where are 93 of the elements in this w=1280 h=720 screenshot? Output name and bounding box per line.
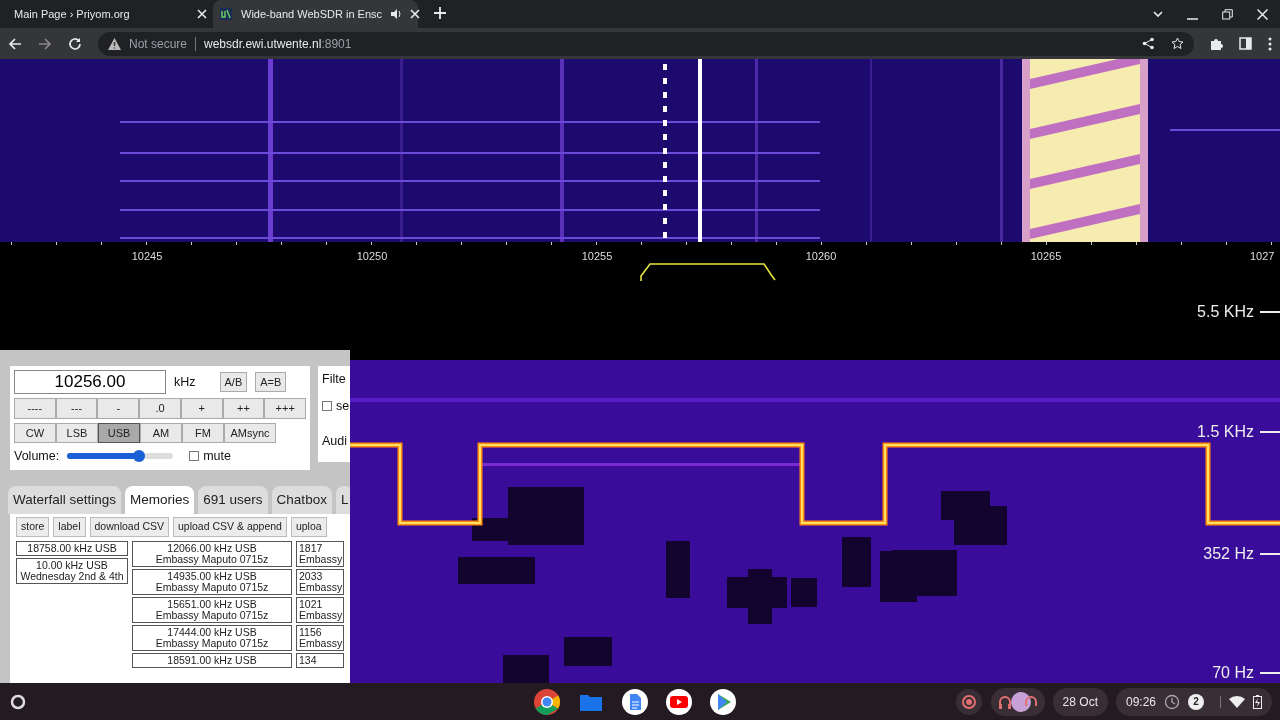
mode-button[interactable]: AMsync: [224, 422, 276, 443]
play-store-icon[interactable]: [709, 687, 737, 716]
puzzle-icon[interactable]: [1210, 37, 1223, 50]
axis-label: 5.5 KHz: [1197, 302, 1254, 322]
star-icon[interactable]: [1171, 37, 1184, 50]
close-icon[interactable]: [197, 9, 207, 19]
axis-label: 352 Hz: [1203, 544, 1254, 564]
back-icon[interactable]: [8, 36, 22, 51]
restore-icon[interactable]: [1222, 9, 1233, 20]
scale-label: 10250: [356, 249, 388, 264]
panel-tab[interactable]: 691 users: [198, 485, 268, 514]
close-icon[interactable]: [1257, 9, 1268, 20]
video-play-icon[interactable]: [665, 687, 693, 716]
tick-mark: [1260, 553, 1280, 555]
wifi-icon: [1229, 694, 1245, 709]
mode-button[interactable]: USB: [98, 422, 140, 443]
record-icon[interactable]: [954, 687, 983, 716]
memory-button[interactable]: upload CSV & append: [173, 517, 287, 537]
passband-drawing[interactable]: [640, 262, 776, 282]
vfo-button[interactable]: A/B: [219, 371, 248, 393]
volume-slider[interactable]: [67, 453, 174, 460]
checkbox-label: se: [336, 397, 350, 415]
step-button[interactable]: .0: [139, 398, 181, 419]
new-tab-icon[interactable]: [434, 6, 446, 19]
memory-entry[interactable]: 18591.00 kHz USB: [132, 652, 292, 668]
memory-entry[interactable]: 134: [296, 652, 344, 668]
step-button[interactable]: ++: [222, 398, 265, 419]
warning-icon: [108, 37, 121, 50]
audio-heading: Audi: [322, 432, 349, 450]
chrome-icon[interactable]: [533, 687, 561, 716]
mode-button[interactable]: CW: [14, 422, 56, 443]
step-button[interactable]: ---: [55, 398, 98, 419]
mode-button[interactable]: LSB: [56, 422, 98, 443]
document-icon[interactable]: [621, 687, 649, 716]
memory-entry[interactable]: 17444.00 kHz USB Embassy Maputo 0715z: [132, 624, 292, 651]
side-panel-icon[interactable]: [1239, 37, 1252, 50]
memory-entry[interactable]: 1156 Embassy: [296, 624, 344, 651]
memory-button[interactable]: uploa: [290, 517, 327, 537]
tick-mark: [1260, 311, 1280, 313]
vfo-button[interactable]: A=B: [255, 371, 287, 393]
step-button[interactable]: +++: [264, 398, 307, 419]
volume-label: Volume:: [14, 448, 60, 465]
share-icon[interactable]: [1142, 37, 1155, 50]
axis-label: 1.5 KHz: [1197, 422, 1254, 442]
memory-entry[interactable]: 15651.00 kHz USB Embassy Maputo 0715z: [132, 596, 292, 623]
memory-button[interactable]: download CSV: [89, 517, 169, 537]
filter-heading: Filte: [322, 371, 347, 388]
notification-badge: 2: [1188, 693, 1204, 710]
close-icon[interactable]: [410, 9, 421, 19]
browser-tab[interactable]: Wide-band WebSDR in Ensc: [213, 0, 418, 28]
memory-entry[interactable]: 1817 Embassy: [296, 540, 344, 567]
step-button[interactable]: -: [97, 398, 140, 419]
scale-label: 10260: [805, 249, 837, 264]
unit-label: kHz: [174, 373, 196, 391]
clock-icon: [1164, 693, 1180, 710]
site-icon: [219, 7, 233, 21]
step-button[interactable]: +: [180, 398, 223, 419]
axis-label: 70 Hz: [1212, 663, 1254, 683]
panel-tab[interactable]: Waterfall settings: [8, 485, 122, 514]
checkbox[interactable]: [322, 401, 332, 412]
memory-entry[interactable]: 2033 Embassy: [296, 568, 344, 595]
step-button[interactable]: ----: [14, 398, 56, 419]
memory-entry[interactable]: 1021 Embassy: [296, 596, 344, 623]
battery-icon: [1253, 694, 1262, 709]
frequency-field[interactable]: 10256.00: [14, 370, 166, 394]
address-field[interactable]: Not secure websdr.ewi.utwente.nl:8901: [98, 31, 1194, 56]
browser-tab[interactable]: Main Page › Priyom.org: [8, 0, 213, 28]
mode-button[interactable]: AM: [140, 422, 182, 443]
memory-button[interactable]: store: [16, 517, 50, 537]
memory-entry[interactable]: 10.00 kHz USB Wednesday 2nd & 4th: [16, 557, 128, 584]
scale-label: 10265: [1030, 249, 1062, 264]
mode-button[interactable]: FM: [182, 422, 224, 443]
chevron-down-icon[interactable]: [1153, 11, 1163, 18]
tick-mark: [1260, 431, 1280, 433]
headphones-icon[interactable]: [990, 687, 1045, 716]
reload-icon[interactable]: [68, 36, 82, 51]
scale-label: 1027: [1250, 249, 1275, 264]
panel-tab[interactable]: L: [335, 485, 350, 514]
scale-label: 10245: [131, 249, 163, 264]
date-label[interactable]: 28 Oct: [1052, 687, 1108, 716]
mute-label: mute: [203, 448, 231, 465]
tick-mark: [1260, 672, 1280, 674]
time-label: 09:26: [1125, 693, 1156, 711]
mute-checkbox[interactable]: [189, 451, 200, 462]
memory-entry[interactable]: 12066.00 kHz USB Embassy Maputo 0715z: [132, 540, 292, 567]
panel-tab[interactable]: Chatbox: [271, 485, 332, 514]
memory-entry[interactable]: 18758.00 kHz USB: [16, 540, 128, 556]
forward-icon[interactable]: [38, 36, 52, 51]
menu-icon[interactable]: [1268, 36, 1272, 51]
panel-tab[interactable]: Memories: [125, 485, 195, 514]
scale-label: 10255: [581, 249, 613, 264]
memory-button[interactable]: label: [53, 517, 86, 537]
memory-entry[interactable]: 14935.00 kHz USB Embassy Maputo 0715z: [132, 568, 292, 595]
